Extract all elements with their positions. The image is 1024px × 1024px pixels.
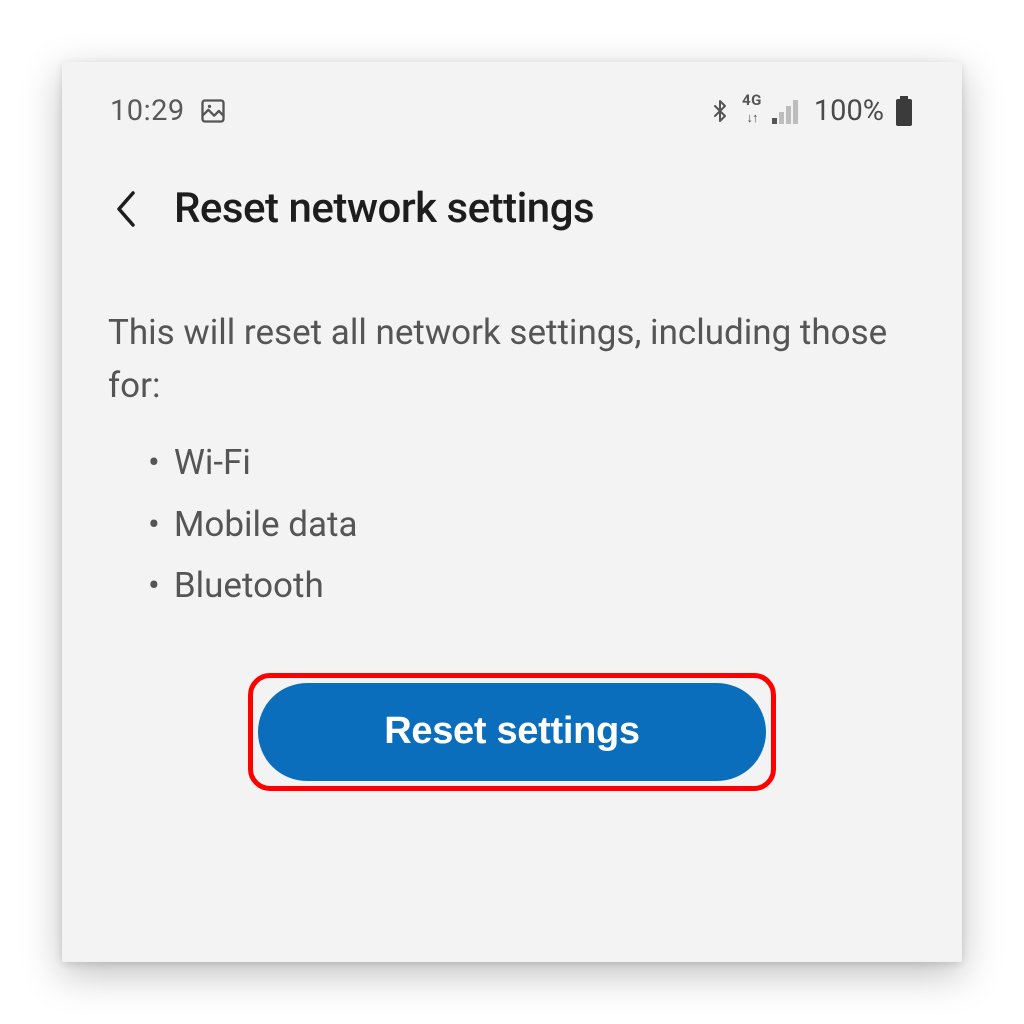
back-button[interactable] [108,190,146,228]
button-container: Reset settings [108,673,916,791]
page-header: Reset network settings [108,184,916,233]
list-item: Wi-Fi [148,432,916,494]
battery-percentage: 100% [814,94,884,128]
battery-icon [894,96,914,126]
page-title: Reset network settings [174,184,594,233]
status-left: 10:29 [110,94,227,128]
list-item: Bluetooth [148,555,916,617]
clock: 10:29 [110,94,185,128]
network-type: 4G ↓↑ [742,97,762,126]
description-text: This will reset all network settings, in… [108,307,916,412]
highlight-annotation: Reset settings [248,673,776,791]
status-bar: 10:29 4G ↓↑ [108,90,916,138]
picture-icon [199,97,227,125]
data-arrows-icon: ↓↑ [746,112,757,125]
status-right: 4G ↓↑ 100% [708,94,914,128]
reset-items-list: Wi-Fi Mobile data Bluetooth [148,432,916,617]
bluetooth-icon [708,96,732,126]
list-item: Mobile data [148,494,916,556]
settings-screen: 10:29 4G ↓↑ [62,62,962,962]
signal-icon [772,98,802,124]
reset-settings-button[interactable]: Reset settings [258,683,766,781]
